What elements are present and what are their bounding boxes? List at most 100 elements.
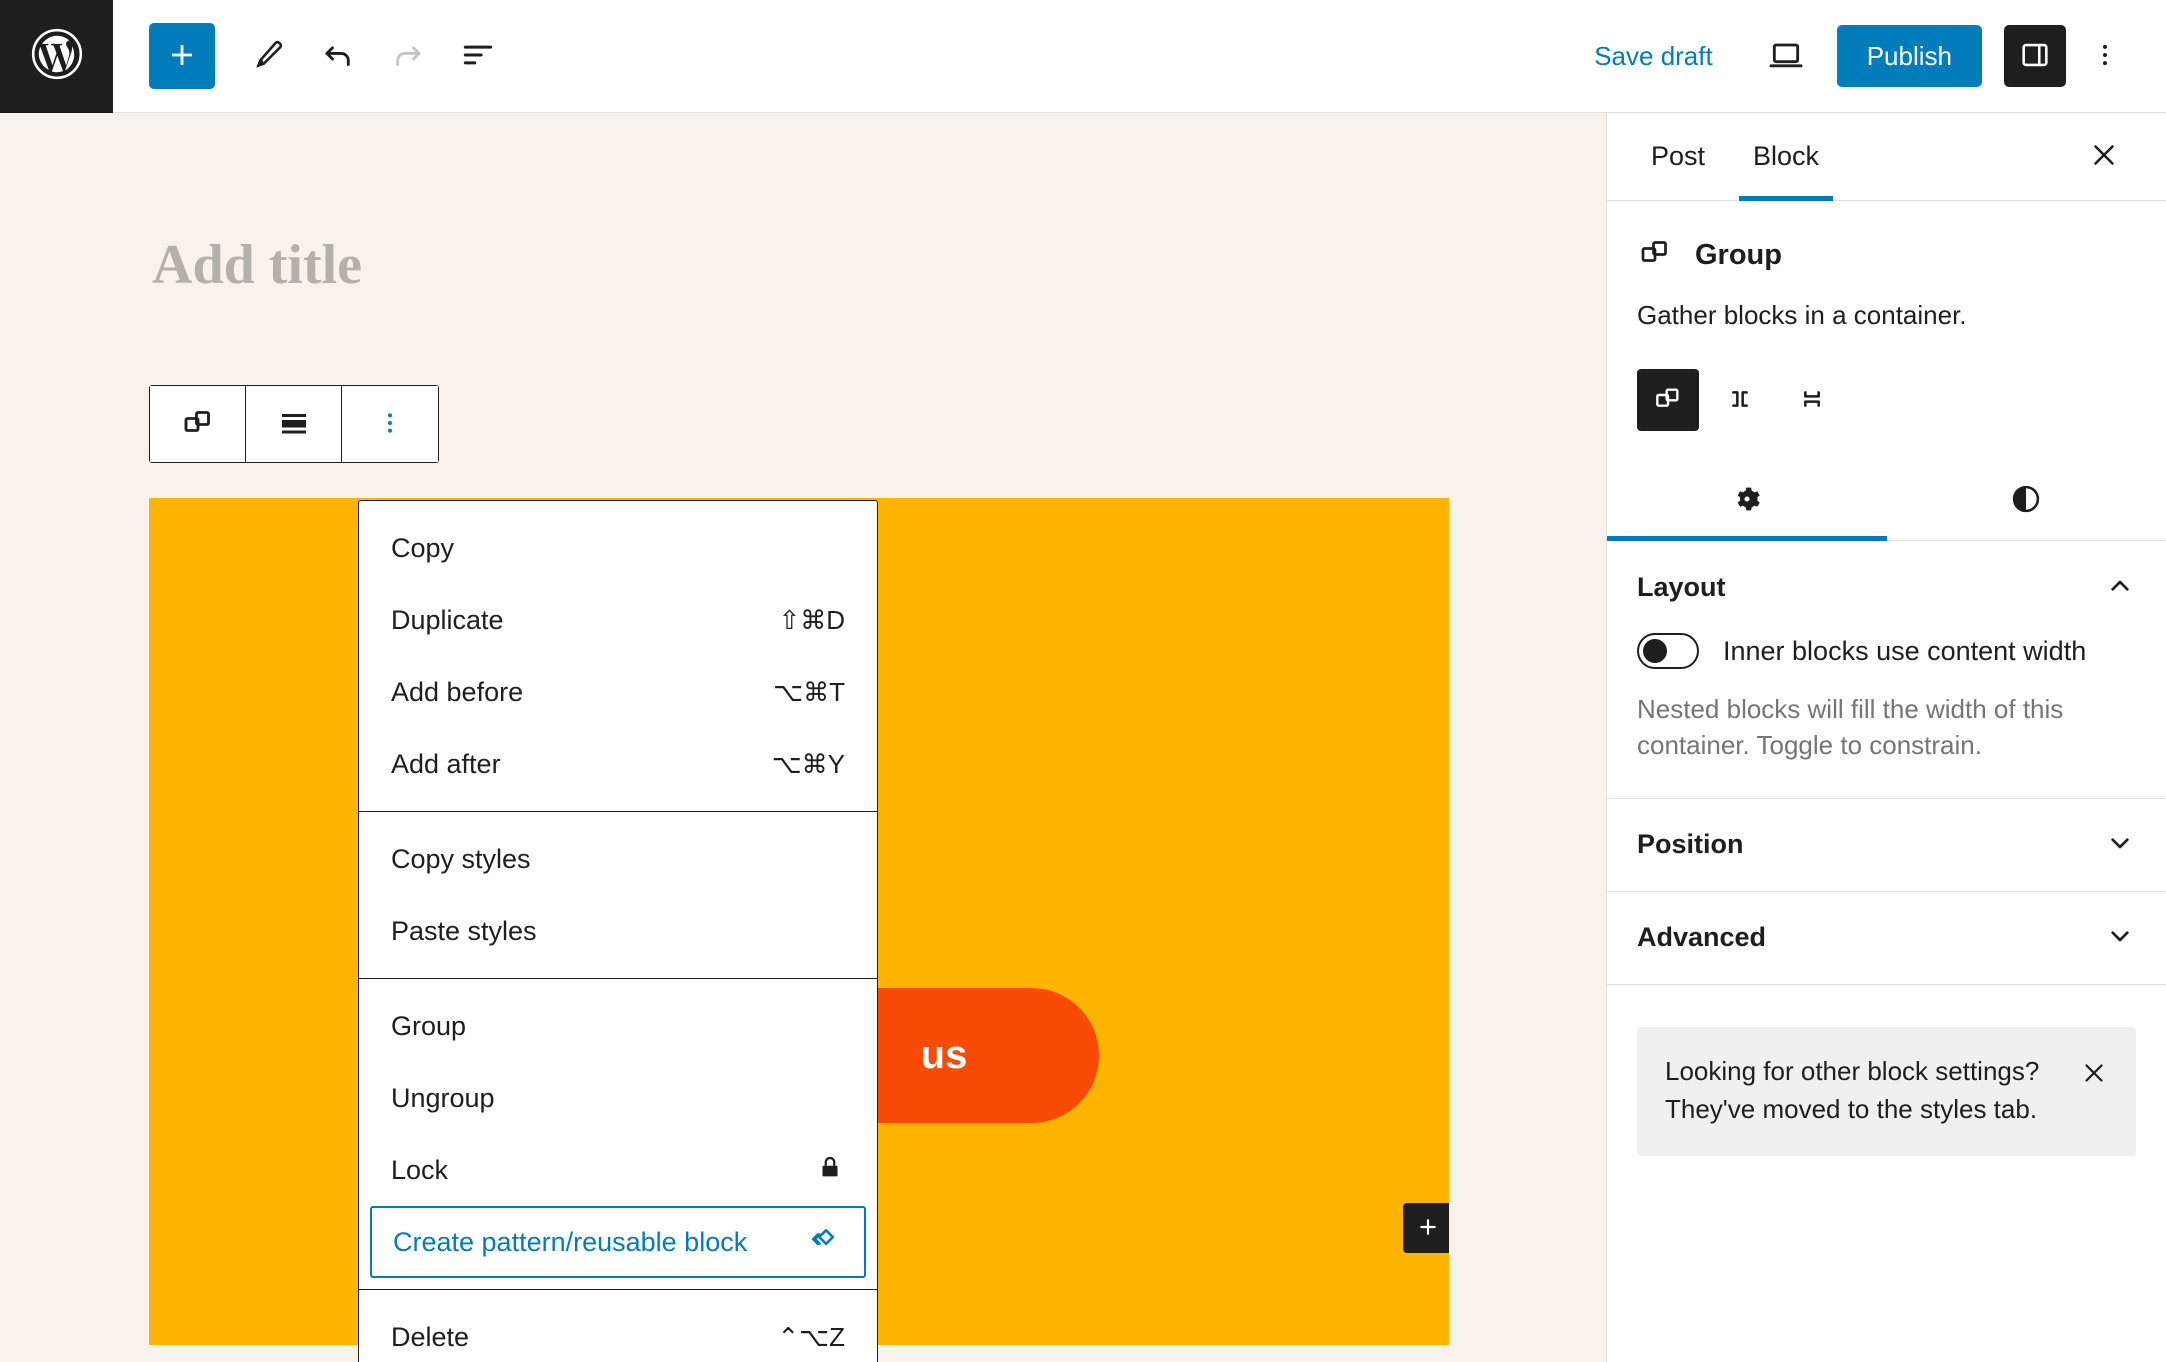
top-bar-right-tools: Save draft Publish: [1572, 23, 2166, 89]
menu-item-create-pattern[interactable]: Create pattern/reusable block: [370, 1206, 866, 1278]
block-type-button[interactable]: [150, 386, 246, 462]
block-variation-picker: [1637, 369, 2136, 432]
block-align-button[interactable]: [246, 386, 342, 462]
panel-layout-header[interactable]: Layout: [1637, 541, 2136, 633]
menu-item-copy-styles[interactable]: Copy styles: [359, 823, 877, 895]
list-view-button[interactable]: [445, 23, 511, 89]
notice-dismiss-button[interactable]: [2074, 1055, 2114, 1095]
menu-item-shortcut: ⇧⌘D: [778, 604, 845, 635]
sidebar-panel-icon: [2018, 38, 2052, 75]
menu-item-lock[interactable]: Lock: [359, 1134, 877, 1206]
menu-item-label: Group: [391, 1010, 467, 1041]
menu-group-styles: Copy styles Paste styles: [359, 811, 877, 978]
undo-arrow-icon: [319, 36, 357, 77]
inspector-tab-settings[interactable]: [1607, 461, 1887, 542]
tab-post[interactable]: Post: [1627, 113, 1729, 200]
save-draft-button[interactable]: Save draft: [1572, 27, 1735, 86]
plus-icon: [1415, 1214, 1441, 1243]
row-icon: [1724, 383, 1756, 418]
panel-position: Position: [1607, 799, 2166, 892]
menu-item-add-after[interactable]: Add after ⌥⌘Y: [359, 728, 877, 800]
panel-layout: Layout Inner blocks use content width Ne…: [1607, 541, 2166, 799]
wordpress-logo-button[interactable]: [0, 0, 113, 113]
toggle-knob: [1643, 639, 1667, 664]
notice-text: Looking for other block settings? They'v…: [1665, 1055, 2040, 1124]
inner-blocks-content-width-toggle[interactable]: [1637, 633, 1699, 670]
menu-item-label: Lock: [391, 1154, 449, 1185]
panel-advanced: Advanced: [1607, 892, 2166, 985]
menu-item-ungroup[interactable]: Ungroup: [359, 1062, 877, 1134]
stack-icon: [1796, 383, 1828, 418]
menu-item-shortcut: ⌥⌘Y: [771, 748, 845, 779]
menu-item-duplicate[interactable]: Duplicate ⇧⌘D: [359, 584, 877, 656]
panel-advanced-header[interactable]: Advanced: [1637, 892, 2136, 984]
sidebar-close-button[interactable]: [2068, 113, 2140, 200]
align-full-width-icon: [276, 405, 312, 444]
chevron-down-icon: [2104, 827, 2136, 862]
more-options-button[interactable]: [2074, 25, 2136, 87]
group-variation-group-button[interactable]: [1637, 369, 1699, 432]
menu-item-shortcut: ⌥⌘T: [773, 676, 845, 707]
menu-group-block-actions: Group Ungroup Lock Create pattern/reusab…: [359, 978, 877, 1289]
menu-item-label: Add before: [391, 676, 524, 707]
menu-item-label: Duplicate: [391, 604, 504, 635]
panel-advanced-title: Advanced: [1637, 922, 1767, 953]
preview-button[interactable]: [1753, 23, 1819, 89]
three-dots-vertical-icon: [2090, 40, 2120, 73]
settings-sidebar-toggle-button[interactable]: [2004, 25, 2066, 87]
group-block-icon: [1637, 235, 1673, 276]
menu-group-clipboard: Copy Duplicate ⇧⌘D Add before ⌥⌘T Add af…: [359, 501, 877, 811]
menu-item-copy[interactable]: Copy: [359, 512, 877, 584]
add-block-button[interactable]: [149, 23, 215, 89]
top-bar-left-tools: [149, 23, 511, 89]
menu-item-delete[interactable]: Delete ⌃⌥Z: [359, 1301, 877, 1362]
group-block-icon: [180, 405, 216, 444]
wordpress-logo-icon: [29, 26, 85, 87]
block-options-context-menu: Copy Duplicate ⇧⌘D Add before ⌥⌘T Add af…: [358, 500, 878, 1362]
inspector-tab-list: [1607, 461, 2166, 542]
block-appender-button[interactable]: [1403, 1203, 1449, 1253]
tab-block[interactable]: Block: [1729, 113, 1843, 201]
editor-top-bar: Save draft Publish: [0, 0, 2166, 113]
menu-item-label: Copy styles: [391, 843, 531, 874]
menu-item-paste-styles[interactable]: Paste styles: [359, 895, 877, 967]
block-options-button[interactable]: [342, 386, 438, 462]
menu-group-delete: Delete ⌃⌥Z: [359, 1289, 877, 1362]
block-card-title: Group: [1695, 239, 1782, 271]
menu-item-label: Ungroup: [391, 1082, 495, 1113]
laptop-preview-icon: [1766, 35, 1806, 78]
inspector-tab-styles[interactable]: [1887, 461, 2166, 540]
panel-position-header[interactable]: Position: [1637, 799, 2136, 891]
post-title-placeholder[interactable]: Add title: [152, 233, 362, 297]
menu-item-shortcut: ⌃⌥Z: [777, 1321, 845, 1352]
reusable-block-icon: [807, 1221, 843, 1264]
list-view-icon: [459, 36, 497, 77]
group-icon: [1652, 383, 1684, 418]
close-x-icon: [2087, 138, 2121, 175]
undo-button[interactable]: [305, 23, 371, 89]
publish-button[interactable]: Publish: [1836, 25, 1982, 87]
menu-item-label: Paste styles: [391, 915, 537, 946]
group-variation-stack-button[interactable]: [1781, 369, 1843, 431]
block-card: Group Gather blocks in a container.: [1607, 201, 2166, 432]
group-variation-row-button[interactable]: [1709, 369, 1771, 431]
redo-button[interactable]: [375, 23, 441, 89]
settings-sidebar: Post Block Group Gather blocks in a cont…: [1606, 113, 2166, 1362]
close-x-icon: [2079, 1058, 2109, 1091]
menu-item-group[interactable]: Group: [359, 990, 877, 1062]
block-card-header: Group: [1637, 235, 2136, 276]
menu-item-label: Delete: [391, 1321, 470, 1352]
pencil-icon: [250, 37, 286, 76]
menu-item-add-before[interactable]: Add before ⌥⌘T: [359, 656, 877, 728]
sidebar-tab-list: Post Block: [1607, 113, 2166, 201]
block-toolbar: [149, 385, 439, 463]
redo-arrow-icon: [389, 36, 427, 77]
chevron-up-icon: [2104, 570, 2136, 605]
plus-icon: [165, 38, 199, 75]
layout-help-text: Nested blocks will fill the width of thi…: [1637, 694, 2064, 761]
editor-canvas: Add title CH Demo us: [0, 113, 1606, 1362]
lock-icon: [815, 1152, 845, 1189]
inner-blocks-toggle-label: Inner blocks use content width: [1723, 635, 2087, 666]
tools-button[interactable]: [235, 23, 301, 89]
gear-icon: [1730, 482, 1764, 519]
